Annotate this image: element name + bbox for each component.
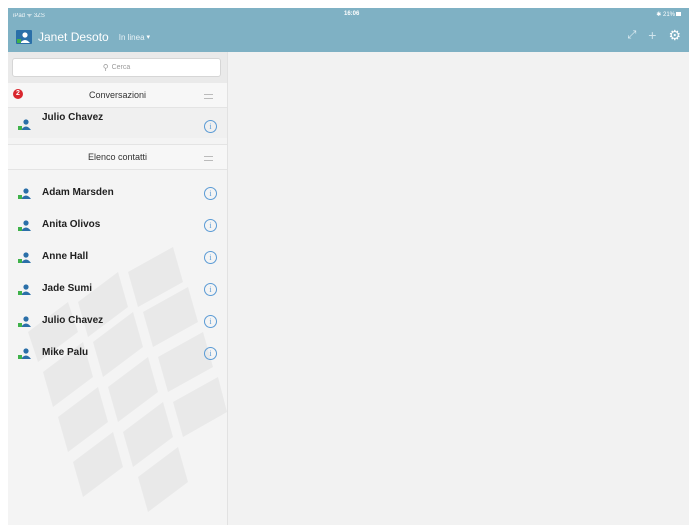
battery-icon	[676, 12, 681, 17]
info-icon[interactable]: i	[204, 120, 217, 133]
contact-icon	[18, 119, 31, 130]
contact-name: Adam Marsden	[42, 187, 114, 198]
status-carrier: iPad ᯤ 3ZS	[13, 13, 45, 19]
gear-icon[interactable]: ⚙	[668, 28, 681, 42]
contact-item[interactable]: Jade Sumi i	[8, 274, 227, 304]
contact-name: Mike Palu	[42, 347, 89, 358]
info-icon[interactable]: i	[204, 315, 217, 328]
sidebar: ⚲ Cerca 2 Conversazioni Julio Chavez i E…	[8, 52, 228, 525]
status-battery: ✱ 21%	[656, 11, 681, 18]
main-content	[228, 52, 689, 525]
contact-item[interactable]: Mike Palu i	[8, 338, 227, 368]
conversation-name: Julio Chavez	[42, 112, 104, 123]
contact-icon	[18, 252, 31, 263]
header-actions: ⤢ + ⚙	[627, 28, 681, 42]
info-icon[interactable]: i	[204, 347, 217, 360]
contact-name: Julio Chavez	[42, 315, 104, 326]
chevron-down-icon[interactable]: ▾	[147, 33, 151, 41]
info-icon[interactable]: i	[204, 251, 217, 264]
search-icon: ⚲	[102, 63, 109, 72]
contact-item[interactable]: Adam Marsden i	[8, 178, 227, 208]
expand-icon[interactable]: ⤢	[627, 29, 636, 41]
section-title-conversations: Conversazioni	[88, 90, 147, 100]
status-bar: iPad ᯤ 3ZS 16:06 ✱ 21%	[8, 8, 689, 22]
search-input[interactable]: ⚲ Cerca	[12, 58, 221, 77]
battery-text: ✱ 21%	[656, 12, 675, 18]
presence-status[interactable]: In linea	[119, 33, 145, 42]
contact-icon	[18, 348, 31, 359]
contacts-header[interactable]: Elenco contatti	[8, 144, 227, 170]
contact-item[interactable]: Anita Olivos i	[8, 210, 227, 240]
user-name: Janet Desoto	[38, 30, 109, 44]
conversations-header[interactable]: 2 Conversazioni	[8, 83, 227, 108]
contact-icon	[18, 284, 31, 295]
info-icon[interactable]: i	[204, 283, 217, 296]
section-title-contacts: Elenco contatti	[87, 152, 148, 162]
contact-name: Jade Sumi	[42, 283, 93, 294]
app-window: iPad ᯤ 3ZS 16:06 ✱ 21% Janet Desoto In l…	[8, 8, 689, 525]
drag-handle-icon[interactable]	[204, 94, 213, 99]
contact-item[interactable]: Anne Hall i	[8, 242, 227, 272]
search-placeholder: Cerca	[111, 64, 131, 71]
drag-handle-icon[interactable]	[204, 156, 213, 161]
user-presence-control[interactable]: Janet Desoto In linea ▾	[16, 29, 150, 45]
user-avatar-icon	[16, 30, 32, 44]
status-time: 16:06	[344, 11, 360, 17]
contact-name: Anita Olivos	[42, 219, 101, 230]
contact-icon	[18, 316, 31, 327]
contact-name: Anne Hall	[42, 251, 89, 262]
conversation-item[interactable]: Julio Chavez i	[8, 108, 227, 138]
app-header: iPad ᯤ 3ZS 16:06 ✱ 21% Janet Desoto In l…	[8, 8, 689, 52]
info-icon[interactable]: i	[204, 219, 217, 232]
contact-item[interactable]: Julio Chavez i	[8, 306, 227, 336]
search-bar: ⚲ Cerca	[8, 52, 227, 83]
add-icon[interactable]: +	[648, 28, 656, 42]
contact-icon	[18, 188, 31, 199]
info-icon[interactable]: i	[204, 187, 217, 200]
contact-icon	[18, 220, 31, 231]
